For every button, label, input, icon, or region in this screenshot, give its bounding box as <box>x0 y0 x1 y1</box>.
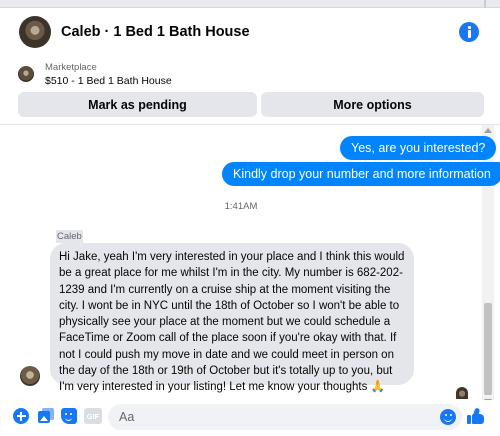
like-icon-palm <box>472 414 484 424</box>
gif-icon[interactable]: GIF <box>84 408 102 424</box>
sender-name: Caleb <box>56 230 83 243</box>
image-icon[interactable] <box>38 408 54 424</box>
listing-summary[interactable]: $510 - 1 Bed 1 Bath House <box>45 75 172 87</box>
message-timestamp: 1:41AM <box>224 201 258 212</box>
contact-avatar[interactable] <box>19 16 51 48</box>
like-icon-cuff <box>467 415 471 424</box>
scroll-thumb[interactable] <box>484 303 492 395</box>
image-icon-front <box>38 411 50 423</box>
outgoing-message[interactable]: Yes, are you interested? <box>340 136 497 160</box>
mark-as-pending-button[interactable]: Mark as pending <box>18 92 257 117</box>
message-composer: GIF <box>0 400 500 436</box>
marketplace-divider <box>0 124 500 125</box>
top-strip <box>0 0 500 8</box>
listing-thumbnail[interactable] <box>18 66 34 82</box>
outgoing-message[interactable]: Kindly drop your number and more informa… <box>222 162 500 186</box>
marketplace-panel: Marketplace $510 - 1 Bed 1 Bath House Ma… <box>0 56 500 124</box>
sender-avatar[interactable] <box>20 366 40 386</box>
marketplace-label: Marketplace <box>45 62 97 73</box>
info-icon[interactable] <box>459 22 479 42</box>
sticker-icon-shape <box>61 408 77 424</box>
chat-header: Caleb · 1 Bed 1 Bath House <box>0 8 500 64</box>
incoming-message[interactable]: Hi Jake, yeah I'm very interested in you… <box>50 243 414 393</box>
message-input[interactable] <box>108 404 462 430</box>
chat-title[interactable]: Caleb · 1 Bed 1 Bath House <box>61 24 250 40</box>
plus-icon[interactable] <box>13 408 29 424</box>
top-strip-edge <box>484 0 486 8</box>
seen-indicator-avatar <box>456 387 468 399</box>
more-options-button[interactable]: More options <box>261 92 484 117</box>
like-icon[interactable] <box>467 407 485 425</box>
scroll-up-arrow-icon[interactable] <box>484 128 492 133</box>
sticker-icon[interactable] <box>61 408 77 424</box>
emoji-icon[interactable] <box>440 409 456 425</box>
